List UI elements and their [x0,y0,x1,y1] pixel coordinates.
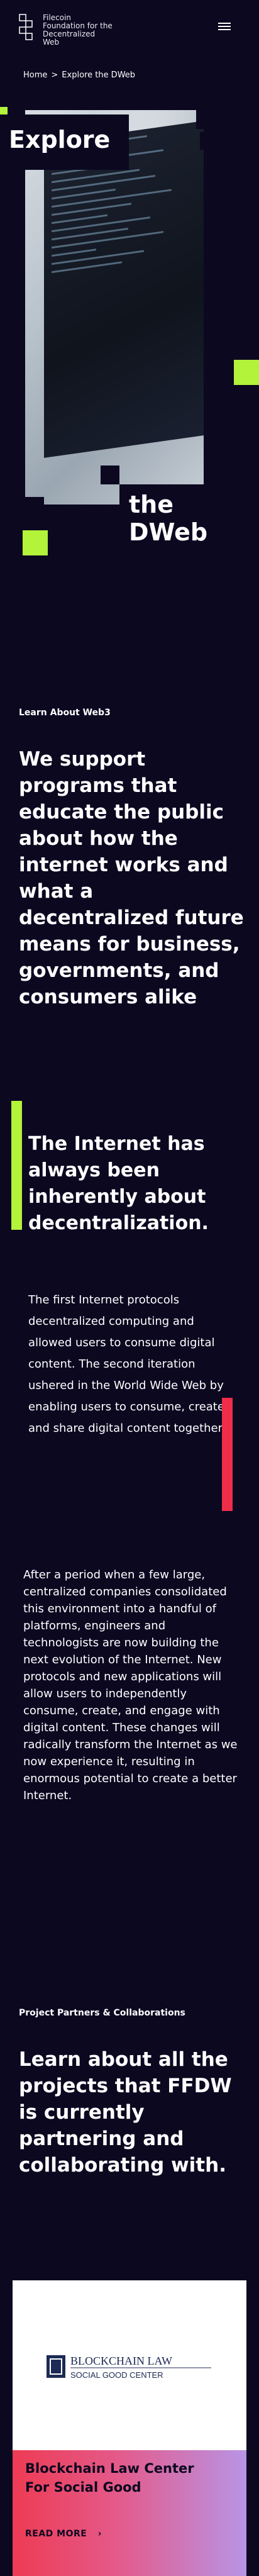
hero-monitor-graphic [44,121,204,458]
read-more-label: READ MORE [25,2529,87,2539]
accent-bar-red [222,1398,233,1511]
breadcrumb: Home > Explore the DWeb [23,70,135,80]
hamburger-icon[interactable] [218,23,231,31]
partner-card-title[interactable]: Blockchain Law Center For Social Good [25,2459,214,2497]
logo-line-2: SOCIAL GOOD CENTER [70,2370,163,2380]
decor-square [200,132,218,150]
accent-bar-lime [11,1101,22,1230]
partners-eyebrow: Project Partners & Collaborations [19,2008,185,2018]
internet-paragraph-1: The first Internet protocols decentraliz… [28,1293,226,1435]
breadcrumb-home-link[interactable]: Home [23,70,47,80]
decor-lime-square [234,360,259,385]
learn-statement: We support programs that educate the pub… [19,748,244,1008]
decor-square [196,110,215,129]
chevron-right-icon: › [97,2529,102,2539]
hero-title-dweb: the DWeb [129,491,208,546]
decor-lime-square [23,530,48,555]
decor-lime-square [0,107,8,114]
internet-paragraph-2: After a period when a few large, central… [23,1568,238,1802]
internet-heading: The Internet has always been inherently … [28,1133,209,1234]
blockchain-law-logo: BLOCKCHAIN LAW SOCIAL GOOD CENTER [47,2355,211,2380]
breadcrumb-current: Explore the DWeb [62,70,136,80]
logo-line-1: BLOCKCHAIN LAW [70,2355,172,2367]
breadcrumb-separator: > [51,70,58,80]
brand-name[interactable]: Filecoin Foundation for the Decentralize… [43,14,124,47]
read-more-link[interactable]: READ MORE › [25,2529,102,2539]
learn-eyebrow: Learn About Web3 [19,708,111,718]
decor-square [23,511,41,530]
hero-title-explore: Explore [9,126,111,153]
partners-heading: Learn about all the projects that FFDW i… [19,2048,232,2177]
decor-square [101,466,119,484]
decor-square [0,510,25,528]
brand-line: Web [43,38,60,47]
ffdw-logo-icon[interactable] [19,14,35,40]
